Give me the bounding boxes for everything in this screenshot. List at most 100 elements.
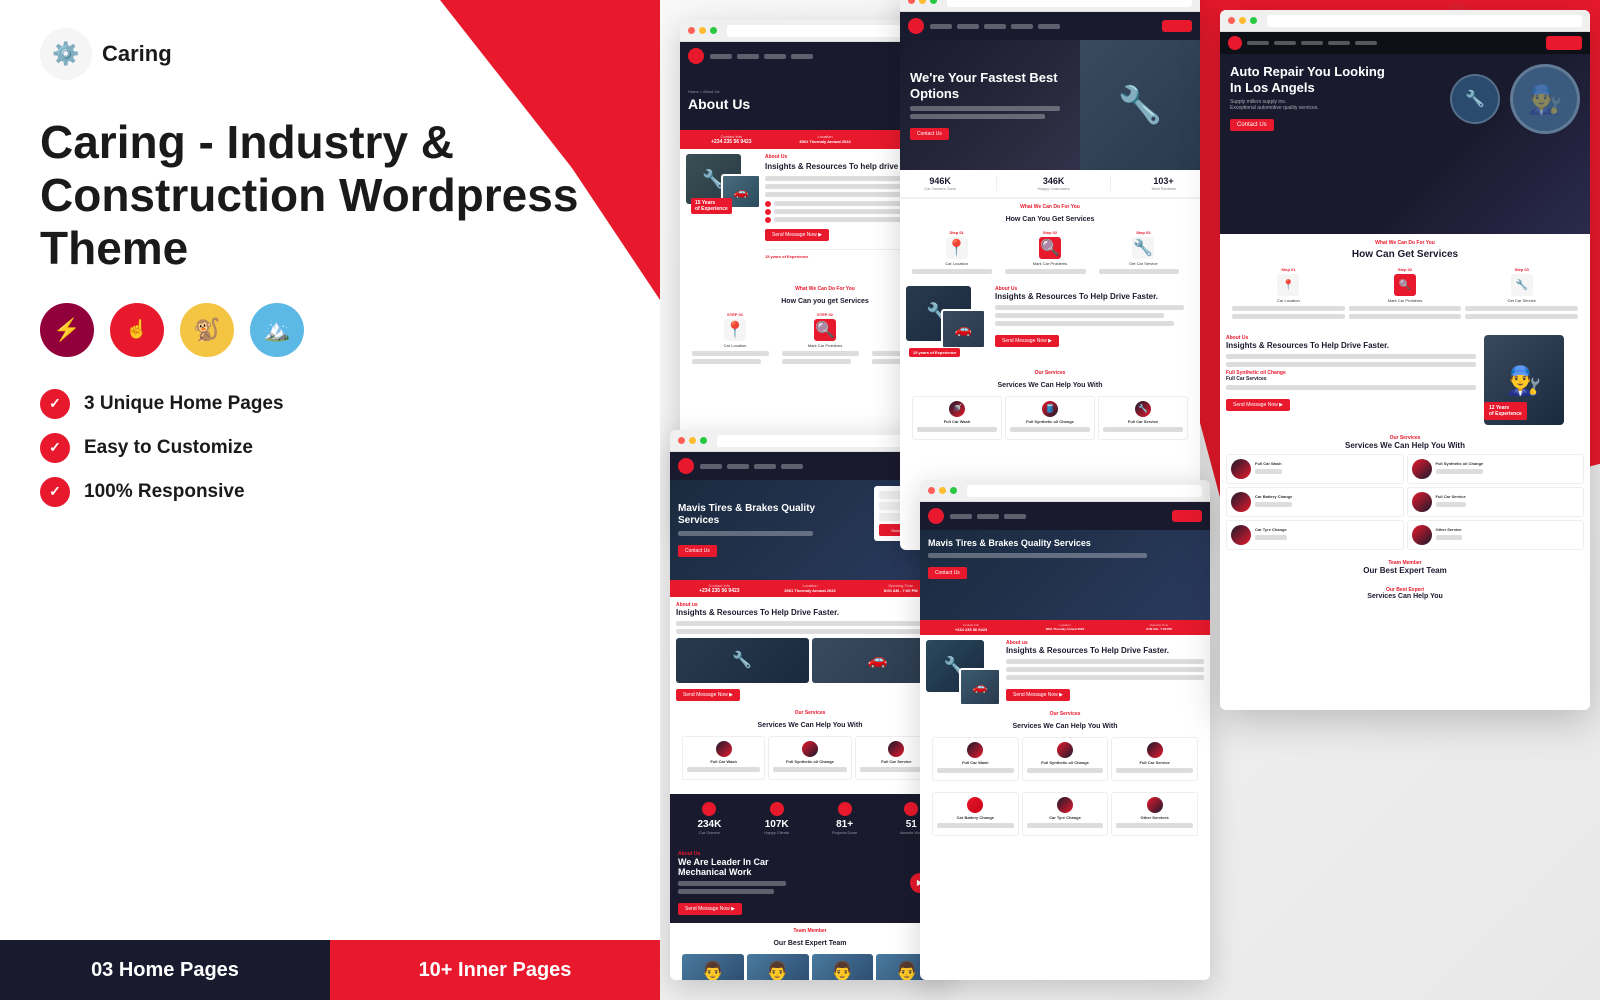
sc3-step-name-1: Car Location xyxy=(1232,298,1345,303)
sc2-service-1: 🚿 Full Car Wash xyxy=(912,396,1002,440)
sc5-svc-text-1 xyxy=(937,768,1014,773)
sc2-hero-btn[interactable]: Contact Us xyxy=(910,128,949,140)
bc-green-3 xyxy=(1250,17,1257,24)
sc2-steps-title: How Can You Get Services xyxy=(906,210,1194,226)
sc5-about-heading: Insights & Resources To Help Drive Faste… xyxy=(1006,646,1204,656)
sc5-about-content: About us Insights & Resources To Help Dr… xyxy=(1006,640,1204,701)
sc4-service-1: Full Car Wash xyxy=(682,736,765,780)
sc5-about-img-overlay: 🚗 xyxy=(959,668,1001,706)
sc3-send-btn[interactable]: Send Message Now ▶ xyxy=(1226,399,1290,411)
sc2-service-icon-3: 🔧 xyxy=(1135,401,1151,417)
sc5-svc-icon-2 xyxy=(1057,742,1073,758)
sc1-step-num-2: STEP 02 xyxy=(782,312,868,317)
sc2-steps-row: Step 01 📍 Car Location Step 02 🔍 Mark Ca… xyxy=(906,226,1194,281)
bc-yellow-5 xyxy=(939,487,946,494)
screenshot-home2: 👨‍🔧 🔧 Auto Repair You Looking In Los Ang… xyxy=(1220,10,1590,710)
sc3-bottom-services: Our Best Expert Services Can Help You xyxy=(1220,584,1590,608)
sc3-hero-btn[interactable]: Contact Us xyxy=(1230,119,1274,131)
sc4-leader-btn[interactable]: Send Message Now ▶ xyxy=(678,903,742,915)
sc2-insights-img-overlay: 🚗 xyxy=(941,309,986,349)
sc4-counter-3: 81+ Projects Done xyxy=(832,802,857,835)
sc2-step-name-2: Mark Car Problems xyxy=(1005,261,1094,266)
browser-chrome-3 xyxy=(1220,10,1590,32)
sc3-svc-name-3: Car Battery Change xyxy=(1255,494,1292,499)
sc5-service-1: Full Car Wash xyxy=(932,737,1019,781)
sc3-svc-icon-6 xyxy=(1412,525,1432,545)
sc5-svc-icon-5 xyxy=(1057,797,1073,813)
sc2-stat-1: 946K Car Owners Gave xyxy=(924,176,956,191)
sc3-step-name-3: Get Car Service xyxy=(1465,298,1578,303)
sc5-send-btn[interactable]: Send Message Now ▶ xyxy=(1006,689,1070,701)
sc2-step-name-3: Get Car Service xyxy=(1099,261,1188,266)
bc-yellow-2 xyxy=(919,0,926,4)
sc5-hero: Mavis Tires & Brakes Quality Services Co… xyxy=(920,530,1210,620)
sc3-step-icon-3: 🔧 xyxy=(1511,274,1533,296)
sc2-stat-3: 103+ Total Reviews xyxy=(1151,176,1176,191)
sc5-svc-icon-1 xyxy=(967,742,983,758)
sc5-svc-name-1: Full Car Wash xyxy=(937,760,1014,765)
sc3-nav-link-5 xyxy=(1355,41,1377,45)
sc2-hero-image: 🔧 xyxy=(1080,40,1200,170)
sc3-nav xyxy=(1220,32,1590,54)
sc2-steps-section: What We Can Do For You How Can You Get S… xyxy=(900,199,1200,281)
sc2-services-section: Our Services Services We Can Help You Wi… xyxy=(900,352,1200,447)
sc2-step-icon-2: 🔍 xyxy=(1039,237,1061,259)
sc3-step-name-2: Mark Car Problems xyxy=(1349,298,1462,303)
bc-red-4 xyxy=(678,437,685,444)
sc5-service-2: Full Synthetic oil Change xyxy=(1022,737,1109,781)
sc2-stat-divider-2 xyxy=(1110,176,1111,191)
mailchimp-icon: 🐒 xyxy=(180,303,234,357)
sc4-leader-section: About Us We Are Leader In Car Mechanical… xyxy=(670,843,950,924)
sc5-svc-text-5 xyxy=(1027,823,1104,828)
sc4-about-title: Insights & Resources To Help Drive Faste… xyxy=(676,608,944,618)
sc2-step-text-3 xyxy=(1099,269,1179,274)
sc5-phone-val: +234 235 56 9423 xyxy=(925,627,1017,632)
sc1-nav-link-2 xyxy=(737,54,759,59)
sc5-hours-val: 8:00 AM - 7:00 PM xyxy=(1113,627,1205,631)
sc2-service-2: 🛢️ Full Synthetic oil Change xyxy=(1005,396,1095,440)
sc2-stats-row: 946K Car Owners Gave 346K Happy Customer… xyxy=(900,170,1200,199)
sc2-services-title: Services We Can Help You With xyxy=(906,376,1194,392)
sc1-step-icon-2: 🔍 xyxy=(814,319,836,341)
sc4-counter-label-2: Happy Clients xyxy=(764,830,789,835)
sc5-service-5: Car Tyre Change xyxy=(1022,792,1109,836)
sc2-step-3: Step 03 🔧 Get Car Service xyxy=(1099,230,1188,277)
sc3-insights-title: Insights & Resources To Help Drive Faste… xyxy=(1226,341,1476,351)
sc3-car-service-link[interactable]: Full Car Services xyxy=(1226,376,1476,382)
sc3-svc-text-6: Other Service xyxy=(1436,527,1462,543)
sc3-service-3: Car Battery Change xyxy=(1226,487,1404,517)
sc5-hero-text: Mavis Tires & Brakes Quality Services Co… xyxy=(928,538,1202,612)
sc1-about-title: About Us xyxy=(688,96,750,112)
sc2-send-btn[interactable]: Send Message Now ▶ xyxy=(995,335,1059,347)
sc2-nav-link-2 xyxy=(957,24,979,29)
bc-red-1 xyxy=(688,27,695,34)
sc3-step-num-1: Step 01 xyxy=(1232,267,1345,272)
sc3-svc-desc-6 xyxy=(1436,535,1462,540)
sc4-counter-label-1: Car Owners xyxy=(697,830,721,835)
sc2-nav-link-5 xyxy=(1038,24,1060,29)
sc1-breadcrumb: Home > About Us xyxy=(688,89,750,94)
sc3-insights-section: About Us Insights & Resources To Help Dr… xyxy=(1220,330,1590,430)
sc5-svc-icon-3 xyxy=(1147,742,1163,758)
sc3-svc-icon-4 xyxy=(1412,492,1432,512)
sc5-about-text-3 xyxy=(1006,675,1204,680)
sc3-hero-sub-1: Supply millers supply ins.Exceptional au… xyxy=(1230,99,1390,111)
feature-customize: ✓ Easy to Customize xyxy=(40,433,620,463)
sc5-services-grid: Full Car Wash Full Synthetic oil Change … xyxy=(926,733,1204,785)
sc4-hero-btn[interactable]: Contact Us xyxy=(678,545,717,557)
sc4-send-btn[interactable]: Send Message Now ▶ xyxy=(676,689,740,701)
sc3-hero: 👨‍🔧 🔧 Auto Repair You Looking In Los Ang… xyxy=(1220,54,1590,234)
feature-unique-pages: ✓ 3 Unique Home Pages xyxy=(40,389,620,419)
sc4-nav-link-4 xyxy=(781,464,803,469)
sc1-phone: Contact Info +234 235 56 9423 xyxy=(686,134,777,145)
sc5-extra-services: Car Battery Change Car Tyre Change Other… xyxy=(920,785,1210,843)
sc1-send-btn[interactable]: Send Message Now ▶ xyxy=(765,229,829,241)
sc4-counter-num-1: 234K xyxy=(697,819,721,830)
sc5-hero-btn[interactable]: Contact Us xyxy=(928,567,967,579)
sc5-hero-desc xyxy=(928,553,1147,558)
sc5-nav-links xyxy=(950,514,1166,519)
sc2-service-3: 🔧 Full Car Service xyxy=(1098,396,1188,440)
sc4-counter-icon-2 xyxy=(770,802,784,816)
sc3-svc-text-1: Full Car Wash xyxy=(1255,461,1282,477)
sc3-svc-icon-5 xyxy=(1231,525,1251,545)
